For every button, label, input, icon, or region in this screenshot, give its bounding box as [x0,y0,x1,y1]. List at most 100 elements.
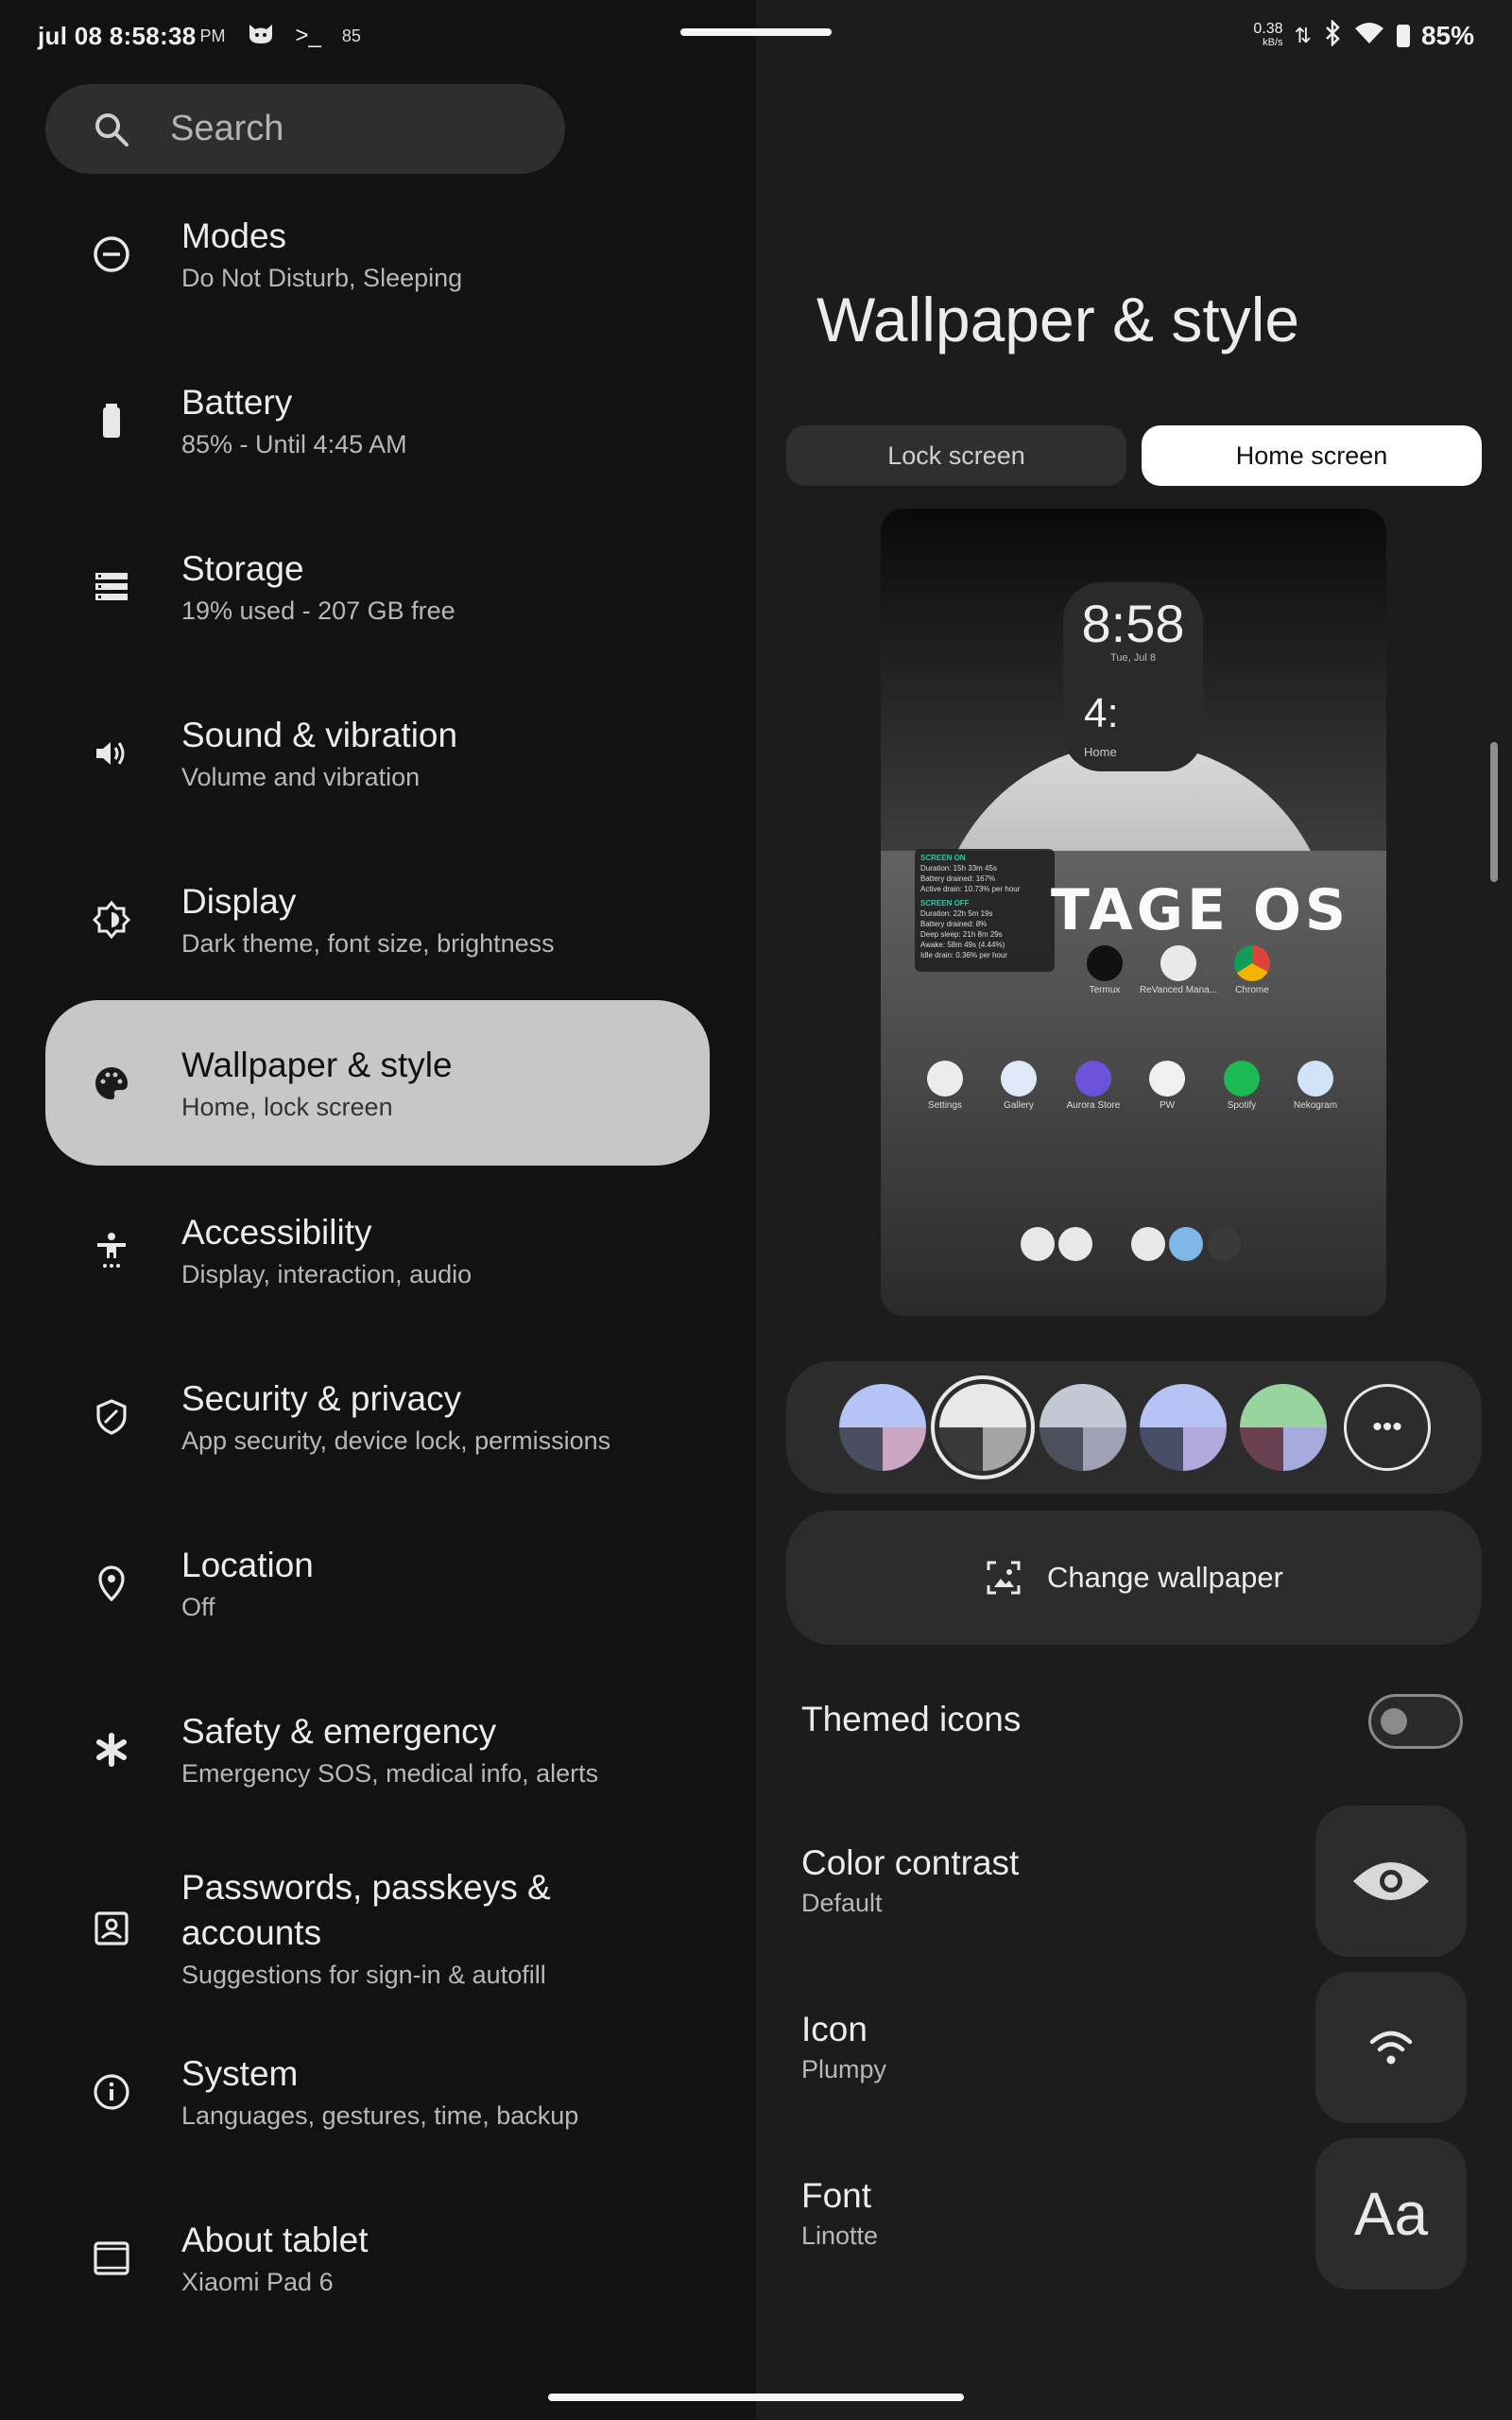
screen-off-line: Battery drained: 8% [920,920,988,928]
item-subtitle: Xiaomi Pad 6 [181,2268,334,2296]
info-icon [93,2073,130,2111]
font-button[interactable]: Aa [1315,2138,1467,2290]
tablet-icon [93,2239,130,2277]
data-arrows-icon: ⇅ [1294,24,1312,47]
cat-notification-icon [247,21,275,52]
toggle-knob [1381,1708,1407,1735]
icon-style-value: Plumpy [801,2055,887,2083]
color-option-2[interactable] [939,1384,1026,1471]
settings-item-security[interactable]: Security & privacy App security, device l… [45,1371,710,1463]
item-subtitle: Display, interaction, audio [181,1260,472,1288]
tab-home-screen[interactable]: Home screen [1142,425,1482,486]
settings-item-wallpaper[interactable]: Wallpaper & style Home, lock screen [45,1000,710,1166]
clock-time: 8:58 [1081,594,1185,653]
screen-on-line: Duration: 15h 33m 45s [920,864,997,873]
settings-item-location[interactable]: Location Off [45,1537,710,1630]
change-wallpaper-label: Change wallpaper [1047,1561,1283,1594]
bluetooth-icon [1323,18,1342,53]
item-title: System [181,2054,299,2093]
status-ampm: PM [199,26,226,45]
color-option-5[interactable] [1240,1384,1327,1471]
app-gallery: Gallery [976,1061,1061,1111]
asterisk-icon [93,1731,130,1769]
color-contrast-button[interactable] [1315,1806,1467,1957]
app-settings: Settings [902,1061,988,1111]
app-spotify: Spotify [1199,1061,1284,1111]
dock-app3-icon [1131,1227,1165,1261]
speaker-icon [93,735,130,772]
screen-off-line: Idle drain: 0.36% per hour [920,951,1008,959]
settings-item-about[interactable]: About tablet Xiaomi Pad 6 [45,2212,710,2305]
status-notif-count: 85 [341,26,361,45]
more-colors-button[interactable]: ••• [1344,1384,1431,1471]
terminal-notification-icon: >_ [295,23,321,48]
network-speed-value: 0.38 [1253,21,1283,37]
item-title: Passwords, passkeys & accounts [181,1868,551,1952]
themed-icons-toggle[interactable] [1368,1694,1463,1749]
settings-item-accessibility[interactable]: Accessibility Display, interaction, audio [45,1204,710,1297]
app-label: Gallery [1004,1100,1034,1111]
color-contrast-label: Color contrast [801,1843,1020,1882]
wifi-preview-icon [1369,2031,1413,2065]
app-aurora-store: Aurora Store [1051,1061,1136,1111]
app-label: PW [1159,1100,1176,1111]
settings-item-storage[interactable]: Storage 19% used - 207 GB free [45,541,710,633]
item-subtitle: Off [181,1593,215,1621]
screen-off-line: Awake: 58m 49s (4.44%) [920,941,1005,949]
app-label: Settings [927,1100,963,1111]
font-value: Linotte [801,2221,879,2250]
dock-contacts-icon [1021,1227,1055,1261]
accessibility-icon [93,1232,130,1270]
color-option-3[interactable] [1040,1384,1126,1471]
app-label: Nekogram [1293,1100,1338,1111]
screen-tabs: Lock screen Home screen [786,425,1482,486]
color-option-4[interactable] [1140,1384,1227,1471]
app-nekogram: Nekogram [1273,1061,1358,1111]
search-bar[interactable]: Search [45,84,565,174]
dock-camera-icon [1207,1227,1241,1261]
settings-item-passwords[interactable]: Passwords, passkeys & accounts Suggestion… [45,1853,710,2004]
settings-item-display[interactable]: Display Dark theme, font size, brightness [45,873,710,966]
item-subtitle: Volume and vibration [181,763,421,791]
status-bar-left: jul 08 8:58:38 PM >_ 85 [38,17,361,55]
eye-icon [1353,1862,1429,1900]
wallpaper-preview[interactable]: 8:58 Tue, Jul 8 4: Home SCREEN ON Durati… [881,509,1386,1316]
app-label: Termux [1089,985,1121,995]
item-title: Wallpaper & style [181,1045,453,1084]
change-wallpaper-button[interactable]: Change wallpaper [786,1511,1482,1645]
color-palette-picker: ••• [786,1361,1482,1494]
battery-status-icon [1396,25,1410,47]
app-label: ReVanced Mana... [1139,985,1218,995]
item-subtitle: App security, device lock, permissions [181,1426,611,1455]
tab-lock-screen[interactable]: Lock screen [786,425,1126,486]
scrollbar[interactable] [1490,742,1498,882]
settings-item-sound[interactable]: Sound & vibration Volume and vibration [45,707,710,800]
settings-item-system[interactable]: System Languages, gestures, time, backup [45,2046,710,2138]
item-subtitle: 85% - Until 4:45 AM [181,430,407,458]
settings-list-pane: jul 08 8:58:38 PM >_ 85 Search Modes Do N… [0,0,756,2420]
search-placeholder: Search [170,109,284,148]
battery-percent: 85% [1420,21,1474,50]
app-label: Chrome [1235,985,1269,995]
clock-date: Tue, Jul 8 [1110,652,1156,664]
item-title: Battery [181,383,293,422]
item-title: About tablet [181,2221,369,2259]
item-title: Security & privacy [181,1379,462,1418]
settings-item-battery[interactable]: Battery 85% - Until 4:45 AM [45,374,710,467]
settings-item-safety[interactable]: Safety & emergency Emergency SOS, medical… [45,1703,710,1796]
font-label: Font [801,2176,872,2215]
settings-item-modes[interactable]: Modes Do Not Disturb, Sleeping [45,208,710,301]
icon-style-button[interactable] [1315,1972,1467,2123]
search-icon [95,112,129,147]
status-bar-right: 0.38 kB/s ⇅ 85% [1253,17,1474,55]
page-title: Wallpaper & style [816,285,1300,354]
item-title: Sound & vibration [181,716,458,754]
item-title: Accessibility [181,1213,372,1252]
screen-on-line: Battery drained: 167% [920,874,996,883]
clock-label: Home [1084,745,1117,759]
color-option-1[interactable] [839,1384,926,1471]
palette-icon [93,1064,130,1102]
gesture-nav-bar[interactable] [548,2394,964,2401]
brightness-icon [93,901,130,939]
item-subtitle: Do Not Disturb, Sleeping [181,264,463,292]
